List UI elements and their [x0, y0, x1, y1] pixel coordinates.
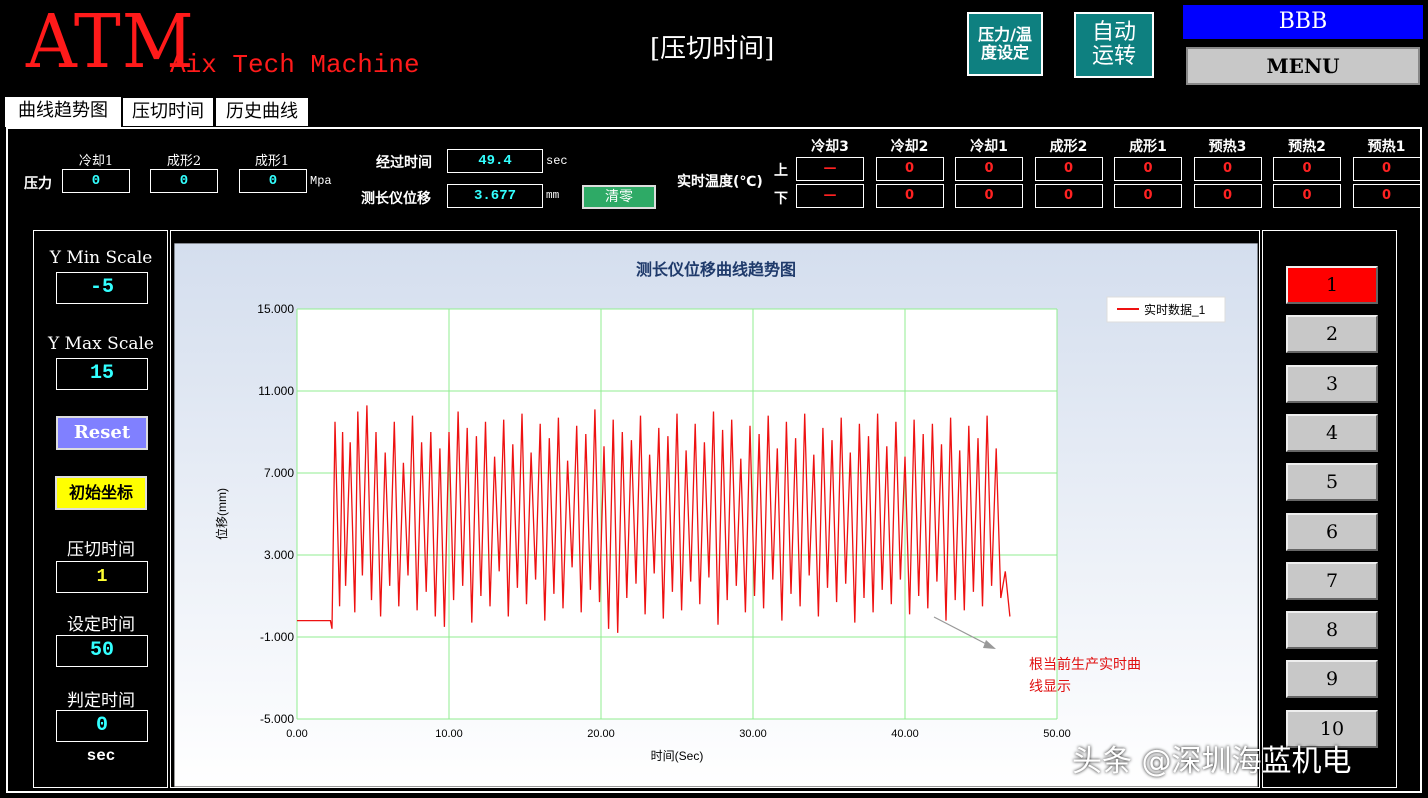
y-max-scale-input[interactable]: 15 [56, 358, 148, 390]
chart-legend: 实时数据_1 [1106, 296, 1226, 323]
page-button-6[interactable]: 6 [1286, 512, 1378, 551]
pressure-value-form2[interactable]: 0 [150, 169, 218, 193]
y-axis-label: 位移(mm) [214, 488, 229, 540]
pressure-name-form2: 成形2 [166, 154, 202, 169]
y-min-scale-label: Y Min Scale [49, 248, 153, 268]
temp-lower-2: 0 [955, 184, 1023, 208]
temp-upper-label: 上 [774, 163, 788, 179]
tab-history-curve[interactable]: 历史曲线 [216, 98, 308, 126]
user-badge: BBB [1183, 5, 1423, 39]
judge-time-value: 0 [56, 710, 148, 742]
temp-upper-5: 0 [1193, 157, 1262, 181]
x-tick-label: 0.00 [286, 728, 307, 740]
temp-upper-7: 0 [1352, 157, 1421, 181]
temp-col-header-3: 成形2 [1049, 139, 1088, 155]
gauge-displacement-unit: mm [546, 190, 560, 202]
pressure-label: 压力 [24, 176, 52, 192]
reset-button[interactable]: Reset [56, 416, 148, 450]
x-tick-label: 10.00 [435, 728, 463, 740]
cut-time-label: 压切时间 [67, 540, 135, 560]
page-button-4[interactable]: 4 [1286, 413, 1378, 452]
temp-lower-3: 0 [1034, 184, 1103, 208]
y-min-scale-input[interactable]: -5 [56, 272, 148, 304]
temp-lower-0: — [796, 184, 864, 208]
temp-upper-6: 0 [1273, 157, 1341, 181]
page-button-2[interactable]: 2 [1286, 315, 1378, 354]
temp-lower-1: 0 [875, 184, 944, 208]
temp-upper-3: 0 [1034, 157, 1103, 181]
set-time-value[interactable]: 50 [56, 635, 148, 667]
elapsed-time-label: 经过时间 [376, 155, 432, 171]
annotation-text: 根当前生产实时曲 线显示 [1029, 657, 1141, 695]
watermark: 头条 @深圳海蓝机电 [1072, 744, 1352, 779]
gauge-displacement-label: 测长仪位移 [361, 191, 431, 207]
temp-lower-6: 0 [1273, 184, 1341, 208]
y-tick-label: 7.000 [264, 466, 294, 480]
tab-trend-chart[interactable]: 曲线趋势图 [4, 96, 122, 128]
pressure-name-cool1: 冷却1 [78, 154, 114, 169]
y-tick-label: 15.000 [257, 302, 294, 316]
pressure-unit: Mpa [310, 174, 332, 188]
cut-time-value: 1 [56, 561, 148, 593]
pressure-value-form1[interactable]: 0 [239, 169, 307, 193]
logo-subtitle: Aix Tech Machine [170, 50, 420, 80]
gauge-displacement-value: 3.677 [447, 184, 543, 208]
pressure-value-cool1[interactable]: 0 [62, 169, 130, 193]
right-panel [1262, 230, 1397, 788]
temp-col-header-7: 预热1 [1367, 139, 1406, 155]
legend-series-label: 实时数据_1 [1144, 302, 1206, 317]
temp-col-header-0: 冷却3 [811, 139, 849, 155]
temp-col-header-4: 成形1 [1129, 139, 1167, 155]
temp-upper-1: 0 [875, 157, 944, 181]
elapsed-time-value: 49.4 [447, 149, 543, 173]
tab-cut-time[interactable]: 压切时间 [123, 98, 213, 126]
auto-run-button[interactable]: 自动 运转 [1074, 12, 1154, 78]
auto-run-label: 自动 运转 [1091, 20, 1136, 69]
x-tick-label: 30.00 [739, 728, 767, 740]
temp-lower-5: 0 [1193, 184, 1262, 208]
temp-lower-4: 0 [1114, 184, 1182, 208]
y-tick-label: 11.000 [258, 384, 294, 398]
y-tick-label: -5.000 [260, 712, 294, 726]
judge-time-label: 判定时间 [67, 691, 135, 711]
pressure-name-form1: 成形1 [254, 154, 290, 169]
displacement-trend-chart: 测长仪位移曲线趋势图 0.00 10.00 20.00 30.00 40.00 50.00… [174, 243, 1258, 787]
page-button-7[interactable]: 7 [1286, 561, 1378, 600]
time-unit-label: sec [86, 747, 116, 765]
page-button-8[interactable]: 8 [1286, 611, 1378, 650]
zero-reset-button[interactable]: 清零 [582, 185, 656, 209]
page-title: [压切时间] [650, 34, 775, 64]
pressure-temp-setting-label: 压力/温 度设定 [978, 25, 1032, 62]
temp-col-header-2: 冷却1 [970, 139, 1008, 155]
page-button-3[interactable]: 3 [1286, 364, 1378, 403]
set-time-label: 设定时间 [67, 615, 135, 635]
temp-upper-4: 0 [1114, 157, 1182, 181]
temp-col-header-6: 预热2 [1288, 139, 1326, 155]
temp-lower-label: 下 [774, 191, 788, 207]
menu-button[interactable]: MENU [1186, 47, 1420, 85]
realtime-temp-label: 实时温度(℃) [677, 174, 763, 190]
page-button-5[interactable]: 5 [1286, 463, 1378, 502]
x-tick-label: 40.00 [891, 728, 919, 740]
elapsed-time-unit: sec [546, 154, 568, 168]
page-button-9[interactable]: 9 [1286, 660, 1378, 699]
x-tick-label: 50.00 [1043, 728, 1071, 740]
temp-col-header-1: 冷却2 [890, 139, 929, 155]
x-tick-label: 20.00 [587, 728, 615, 740]
chart-title: 测长仪位移曲线趋势图 [636, 260, 796, 279]
temp-lower-7: 0 [1352, 184, 1421, 208]
y-max-scale-label: Y Max Scale [48, 334, 154, 354]
temp-col-header-5: 预热3 [1208, 139, 1247, 155]
temp-upper-2: 0 [955, 157, 1023, 181]
x-axis-label: 时间(Sec) [651, 749, 704, 763]
temp-upper-0: — [796, 157, 864, 181]
init-coordinates-button[interactable]: 初始坐标 [55, 476, 147, 510]
y-tick-label: -1.000 [260, 630, 294, 644]
page-button-1[interactable]: 1 [1286, 266, 1378, 304]
y-tick-label: 3.000 [264, 548, 294, 562]
pressure-temp-setting-button[interactable]: 压力/温 度设定 [967, 12, 1043, 76]
